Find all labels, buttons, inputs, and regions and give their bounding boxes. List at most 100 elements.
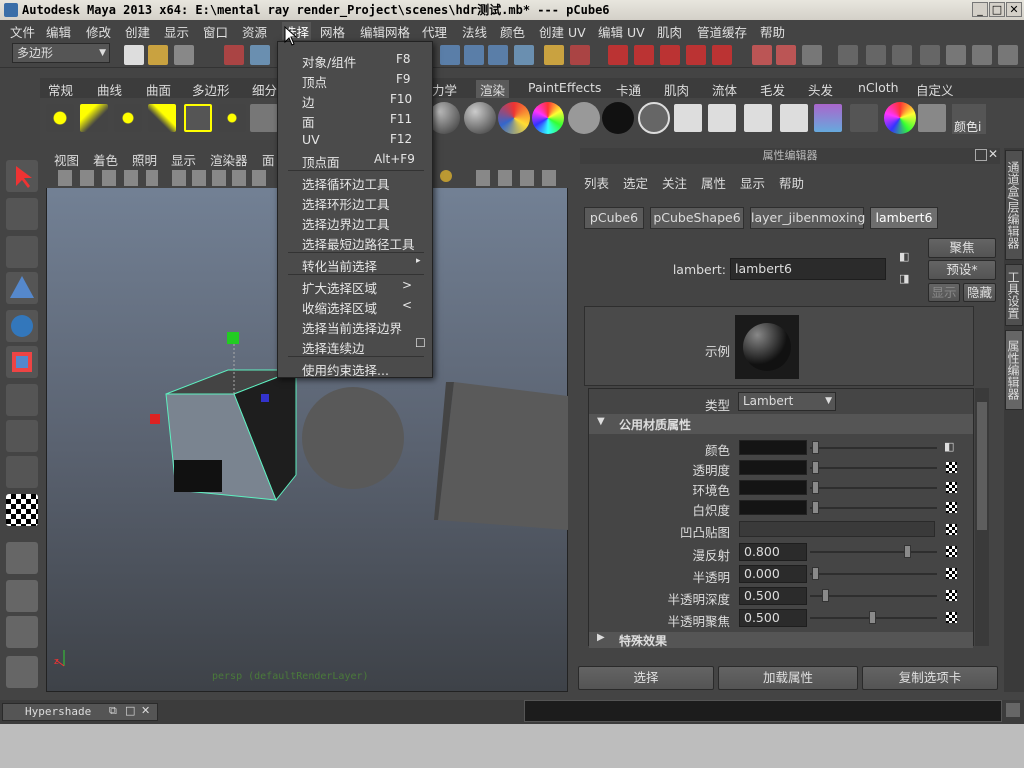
hide-button[interactable]: 隐藏 bbox=[963, 283, 996, 302]
show-button[interactable]: 显示 bbox=[928, 283, 960, 302]
side-tab-attribute-editor[interactable]: 属性编辑器 bbox=[1005, 330, 1023, 410]
menu-item-contiguous-edges[interactable]: 选择连续边 bbox=[302, 338, 365, 357]
menu-item-vertex-face[interactable]: 顶点面 bbox=[302, 152, 340, 171]
ae-menu-help[interactable]: 帮助 bbox=[779, 173, 804, 192]
shelf-tab[interactable]: 卡通 bbox=[616, 80, 641, 99]
shelf-tab[interactable]: 多边形 bbox=[192, 80, 230, 99]
select-tool-icon[interactable] bbox=[6, 160, 38, 192]
transparency-swatch[interactable] bbox=[739, 460, 807, 475]
viewport-menu-panels[interactable]: 面 bbox=[262, 150, 275, 169]
close-panel-icon[interactable]: ✕ bbox=[988, 147, 998, 161]
volume-light-icon[interactable] bbox=[218, 104, 246, 132]
menu-item-edge[interactable]: 边 bbox=[302, 92, 315, 111]
viewport-menu-view[interactable]: 视图 bbox=[54, 150, 79, 169]
select-object-icon[interactable] bbox=[250, 45, 270, 65]
tab-pcubeshape6[interactable]: pCubeShape6 bbox=[650, 207, 744, 229]
side-tab-channel-box[interactable]: 通道盒/层编辑器 bbox=[1005, 150, 1023, 260]
map-button-icon[interactable] bbox=[946, 612, 957, 623]
render-view-icon[interactable] bbox=[802, 45, 822, 65]
map-button-icon[interactable] bbox=[946, 462, 957, 473]
viewport-menu-lighting[interactable]: 照明 bbox=[132, 150, 157, 169]
menu-item-select-constraints[interactable]: 使用约束选择... bbox=[302, 360, 389, 379]
help-icon[interactable] bbox=[514, 45, 534, 65]
snap-point-icon[interactable] bbox=[488, 45, 508, 65]
menu-item-edge-ring-tool[interactable]: 选择环形边工具 bbox=[302, 194, 390, 213]
menu-item-shrink-selection[interactable]: 收缩选择区域 bbox=[302, 298, 377, 317]
side-tab-tool-settings[interactable]: 工具设置 bbox=[1005, 264, 1023, 326]
script-editor-icon[interactable] bbox=[1006, 703, 1020, 717]
render-clapper-icon[interactable] bbox=[674, 104, 702, 132]
menu-item-convert-selection[interactable]: 转化当前选择 bbox=[302, 256, 377, 275]
isolate-tools-icon[interactable] bbox=[476, 170, 556, 186]
scene-objects[interactable] bbox=[46, 330, 568, 690]
menu-edit-mesh[interactable]: 编辑网格 bbox=[360, 22, 410, 41]
menu-modify[interactable]: 修改 bbox=[86, 22, 111, 41]
shading-tools-icon[interactable] bbox=[172, 170, 272, 186]
translucence-slider[interactable] bbox=[810, 573, 937, 575]
layout-four-icon[interactable] bbox=[6, 580, 38, 612]
output-connection-icon[interactable]: ◨ bbox=[899, 272, 909, 285]
input-ops-icon[interactable] bbox=[752, 45, 772, 65]
output-ops-icon[interactable] bbox=[776, 45, 796, 65]
menu-mesh[interactable]: 网格 bbox=[320, 22, 345, 41]
shelf-tab[interactable]: 头发 bbox=[808, 80, 833, 99]
checker-tool-icon[interactable] bbox=[6, 494, 38, 526]
load-attributes-button[interactable]: 加载属性 bbox=[718, 666, 858, 690]
ipr-render-icon[interactable] bbox=[866, 45, 886, 65]
snap-curve-icon[interactable] bbox=[464, 45, 484, 65]
menu-pipeline-cache[interactable]: 管道缓存 bbox=[697, 22, 747, 41]
layered-shader-icon[interactable] bbox=[638, 102, 670, 134]
ambient-light-icon[interactable] bbox=[46, 104, 74, 132]
rotate-tool-icon[interactable] bbox=[6, 310, 38, 342]
use-background-icon[interactable] bbox=[602, 102, 634, 134]
menu-edit[interactable]: 编辑 bbox=[46, 22, 71, 41]
shelf-tab[interactable]: 常规 bbox=[48, 80, 73, 99]
attributes-scrollbar[interactable] bbox=[975, 388, 989, 646]
lasso-tool-icon[interactable] bbox=[6, 198, 38, 230]
copy-tab-button[interactable]: 复制选项卡 bbox=[862, 666, 998, 690]
menu-edit-uv[interactable]: 编辑 UV bbox=[598, 22, 645, 41]
menu-item-vertex[interactable]: 顶点 bbox=[302, 72, 327, 91]
maximize-icon[interactable]: □ bbox=[125, 704, 135, 717]
phong-shader-icon[interactable] bbox=[464, 102, 496, 134]
ae-menu-show[interactable]: 显示 bbox=[740, 173, 765, 192]
menu-display[interactable]: 显示 bbox=[164, 22, 189, 41]
point-light-icon[interactable] bbox=[114, 104, 142, 132]
translucence-slider-handle[interactable] bbox=[812, 567, 819, 580]
menu-create[interactable]: 创建 bbox=[125, 22, 150, 41]
special-effects-section-header[interactable]: ▶ 特殊效果 bbox=[589, 632, 973, 648]
select-button[interactable]: 选择 bbox=[578, 666, 714, 690]
tab-layer-jibenmoxing[interactable]: layer_jibenmoxing bbox=[750, 207, 865, 229]
restore-icon[interactable]: ⧉ bbox=[109, 704, 117, 718]
paint-select-icon[interactable] bbox=[6, 236, 38, 268]
new-scene-icon[interactable] bbox=[124, 45, 144, 65]
render-clapper-icon[interactable] bbox=[744, 104, 772, 132]
magnet-icon[interactable] bbox=[634, 45, 654, 65]
menu-item-grow-selection[interactable]: 扩大选择区域 bbox=[302, 278, 377, 297]
menu-item-object-component[interactable]: 对象/组件 bbox=[302, 52, 356, 71]
map-button-icon[interactable] bbox=[946, 482, 957, 493]
shelf-tab[interactable]: 肌肉 bbox=[664, 80, 689, 99]
map-button-icon[interactable] bbox=[946, 568, 957, 579]
open-scene-icon[interactable] bbox=[148, 45, 168, 65]
type-dropdown[interactable]: Lambert ▼ bbox=[738, 392, 836, 411]
viewport-menu-renderer[interactable]: 渲染器 bbox=[210, 150, 248, 169]
presets-button[interactable]: 预设* bbox=[928, 260, 996, 280]
incandescence-slider-handle[interactable] bbox=[812, 501, 819, 514]
hypershade-layout-icon[interactable] bbox=[6, 656, 38, 688]
menu-help[interactable]: 帮助 bbox=[760, 22, 785, 41]
translucence-depth-field[interactable]: 0.500 bbox=[739, 587, 807, 605]
shelf-tab[interactable]: 曲面 bbox=[146, 80, 171, 99]
viewport-menu-shading[interactable]: 着色 bbox=[93, 150, 118, 169]
minimize-button[interactable]: _ bbox=[972, 2, 988, 17]
color-slider[interactable] bbox=[810, 447, 937, 449]
translucence-focus-field[interactable]: 0.500 bbox=[739, 609, 807, 627]
color-swatch[interactable] bbox=[739, 440, 807, 455]
surface-shader-icon[interactable] bbox=[532, 102, 564, 134]
directional-light-icon[interactable] bbox=[80, 104, 108, 132]
map-button-icon[interactable] bbox=[946, 590, 957, 601]
shelf-tab[interactable]: PaintEffects bbox=[528, 80, 601, 95]
soft-mod-icon[interactable] bbox=[6, 420, 38, 452]
common-material-section-header[interactable]: ▼ 公用材质属性 bbox=[589, 414, 973, 434]
map-button-icon[interactable] bbox=[946, 524, 957, 535]
